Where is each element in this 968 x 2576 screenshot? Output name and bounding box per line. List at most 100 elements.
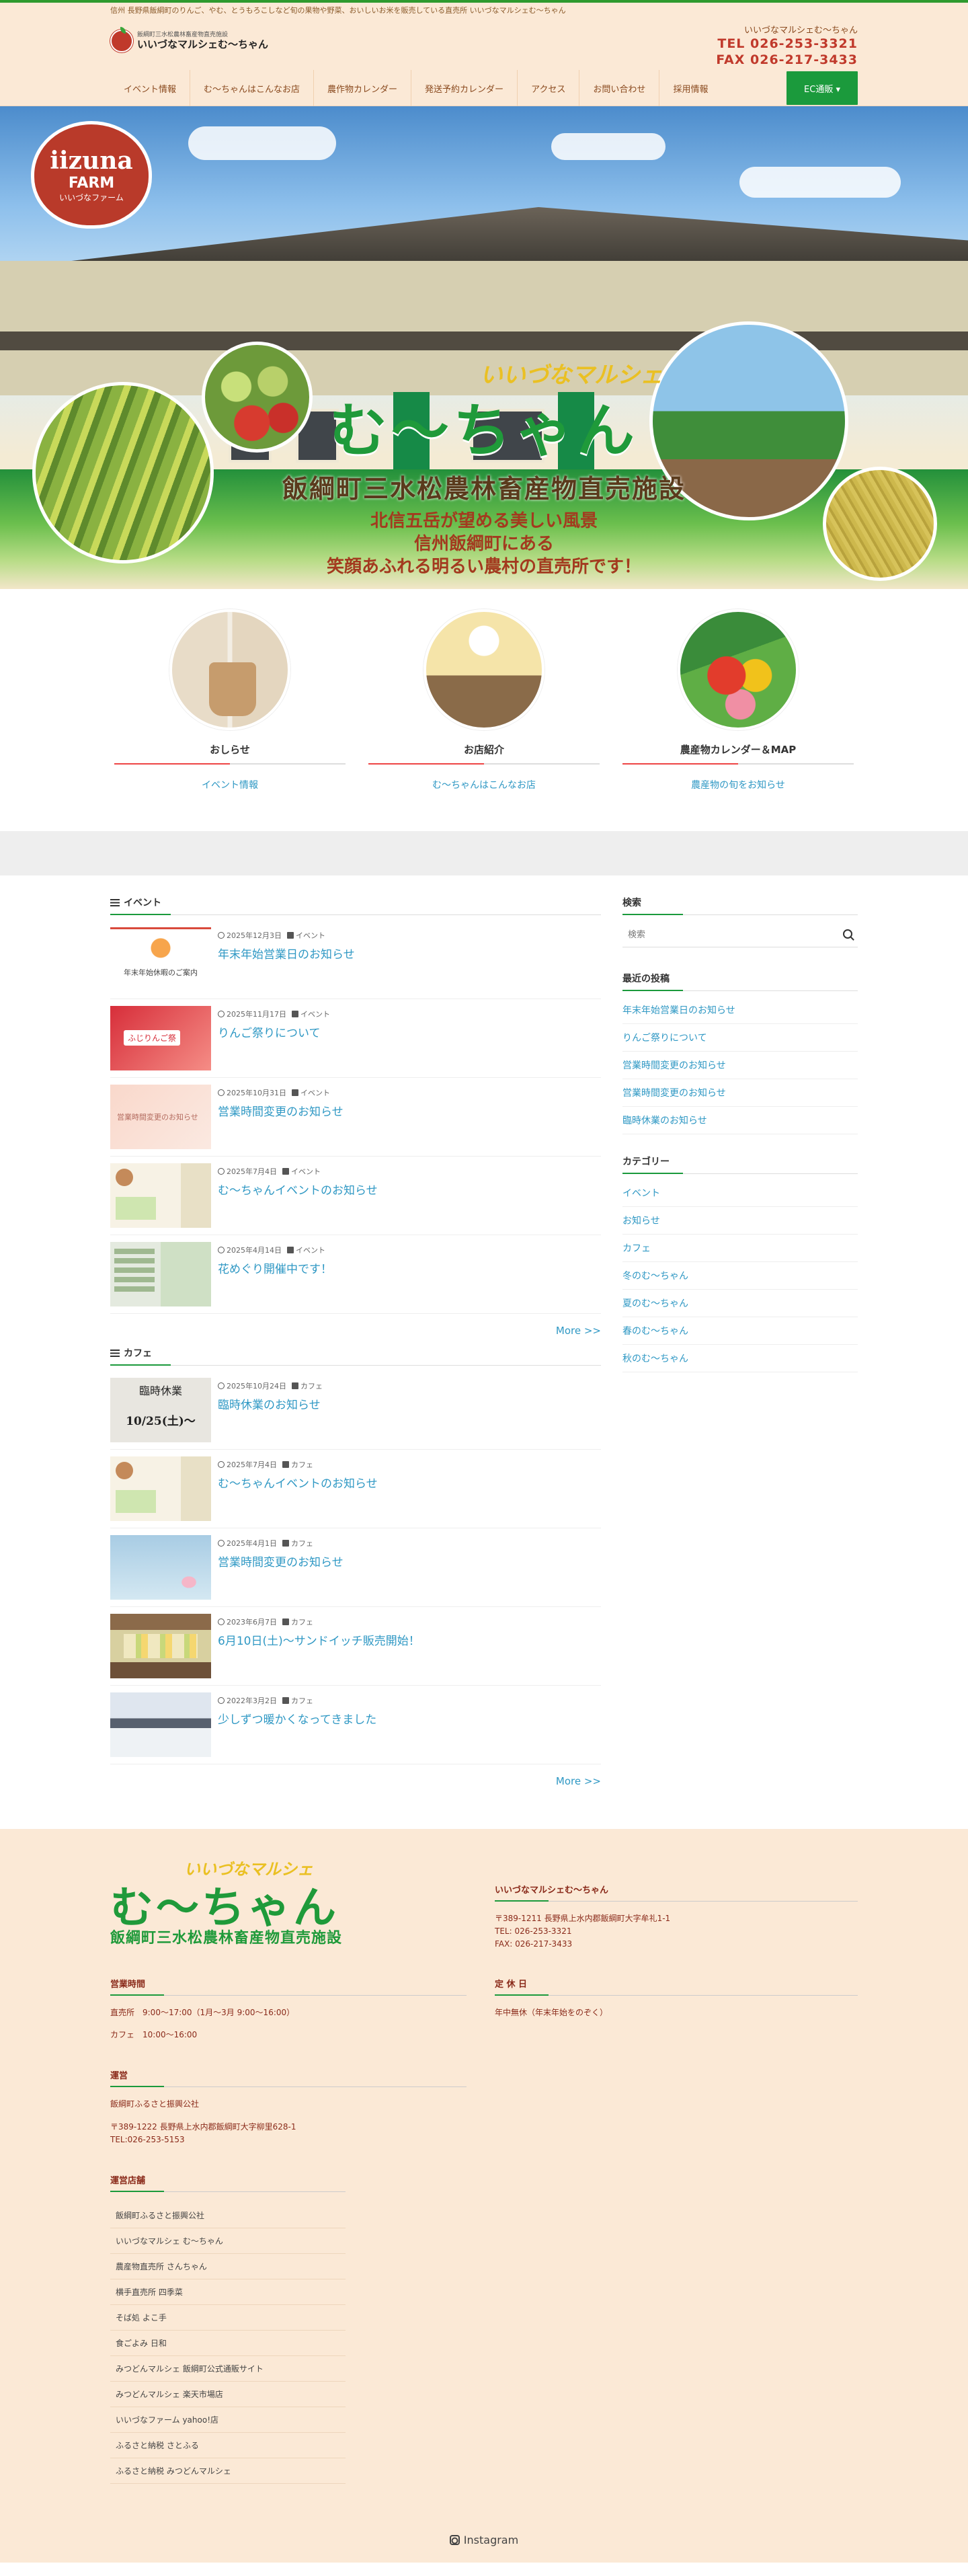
- post-thumbnail[interactable]: [110, 1456, 211, 1521]
- store-link[interactable]: 食ごよみ 日和: [110, 2331, 346, 2356]
- list-item[interactable]: 2025年7月4日 イベント む〜ちゃんイベントのお知らせ: [110, 1157, 601, 1235]
- main-content: イベント 年末年始休暇のご案内 2025年12月3日 イベント 年末年始営業日のお…: [0, 875, 968, 1829]
- post-title[interactable]: 営業時間変更のお知らせ: [218, 1105, 344, 1119]
- post-meta: 2025年7月4日 カフェ: [218, 1459, 378, 1470]
- shop-image[interactable]: [424, 609, 544, 730]
- ec-shop-dropdown-button[interactable]: EC通販 ▾: [787, 71, 858, 105]
- nav-about-shop[interactable]: む〜ちゃんはこんなお店: [190, 70, 313, 106]
- feature-divider: [114, 763, 346, 765]
- category-link[interactable]: 夏のむ〜ちゃん: [622, 1290, 858, 1317]
- post-thumbnail[interactable]: 年末年始休暇のご案内: [110, 927, 211, 992]
- logo-subtitle: 飯綱町三水松農林畜産物直売施設: [137, 31, 229, 38]
- post-thumbnail[interactable]: [110, 1242, 211, 1306]
- feature-title: おしらせ: [210, 744, 250, 756]
- site-logo[interactable]: 飯綱町三水松農林畜産物直売施設 いいづなマルシェむ〜ちゃん: [110, 27, 268, 52]
- nav-recruit[interactable]: 採用情報: [659, 70, 721, 106]
- clock-icon: [218, 1011, 225, 1017]
- nav-access[interactable]: アクセス: [517, 70, 579, 106]
- store-link[interactable]: みつどんマルシェ 楽天市場店: [110, 2382, 346, 2407]
- store-link[interactable]: いいづなファーム yahoo!店: [110, 2407, 346, 2433]
- nav-events[interactable]: イベント情報: [110, 70, 190, 106]
- list-item[interactable]: 2025年7月4日 カフェ む〜ちゃんイベントのお知らせ: [110, 1450, 601, 1528]
- recent-post-link[interactable]: 臨時休業のお知らせ: [622, 1107, 858, 1134]
- post-title[interactable]: 営業時間変更のお知らせ: [218, 1556, 344, 1569]
- category-link[interactable]: お知らせ: [622, 1207, 858, 1235]
- footer-logo[interactable]: いいづなマルシェ む〜ちゃん 飯綱町三水松農林畜産物直売施設: [110, 1856, 467, 1957]
- post-thumbnail[interactable]: 臨時休業 10/25(土)〜: [110, 1378, 211, 1442]
- feature-shop: お店紹介 む〜ちゃんはこんなお店: [364, 609, 604, 791]
- footer-hours-cafe: カフェ 10:00〜16:00: [110, 2030, 198, 2040]
- instagram-link[interactable]: Instagram: [0, 2534, 968, 2546]
- list-item[interactable]: 2025年4月1日 カフェ 営業時間変更のお知らせ: [110, 1528, 601, 1607]
- post-thumbnail[interactable]: [110, 1535, 211, 1600]
- feature-title: 農産物カレンダー＆MAP: [680, 744, 797, 756]
- cloud: [739, 167, 901, 198]
- list-item[interactable]: ふじりんご祭 2025年11月17日 イベント りんご祭りについて: [110, 999, 601, 1078]
- post-meta: 2025年4月1日 カフェ: [218, 1538, 344, 1549]
- clock-icon: [218, 1168, 225, 1175]
- post-title[interactable]: りんご祭りについて: [218, 1027, 321, 1040]
- list-item[interactable]: 2023年6月7日 カフェ 6月10日(土)〜サンドイッチ販売開始！: [110, 1607, 601, 1686]
- recent-post-link[interactable]: りんご祭りについて: [622, 1024, 858, 1052]
- category-link[interactable]: 春のむ〜ちゃん: [622, 1317, 858, 1345]
- events-more-link[interactable]: More >>: [556, 1325, 601, 1337]
- contact-tel[interactable]: TEL 026-253-3321: [716, 36, 858, 52]
- list-item[interactable]: 2022年3月2日 カフェ 少しずつ暖かくなってきました: [110, 1686, 601, 1764]
- nav-shipping-calendar[interactable]: 発送予約カレンダー: [411, 70, 517, 106]
- footer-holiday-heading: 定 休 日: [495, 1977, 858, 1996]
- category-link[interactable]: イベント: [622, 1179, 858, 1207]
- store-link[interactable]: ふるさと納税 さとふる: [110, 2433, 346, 2458]
- post-meta: 2025年10月24日 カフェ: [218, 1380, 323, 1391]
- footer-stores-heading: 運営店舗: [110, 2173, 346, 2192]
- recent-post-link[interactable]: 営業時間変更のお知らせ: [622, 1052, 858, 1079]
- store-link[interactable]: 飯綱町ふるさと振興公社: [110, 2203, 346, 2228]
- post-title[interactable]: 臨時休業のお知らせ: [218, 1399, 321, 1412]
- store-link[interactable]: みつどんマルシェ 飯綱町公式通販サイト: [110, 2356, 346, 2382]
- post-title[interactable]: 6月10日(土)〜サンドイッチ販売開始！: [218, 1635, 420, 1648]
- post-meta: 2025年7月4日 イベント: [218, 1166, 378, 1177]
- nav-contact[interactable]: お問い合わせ: [579, 70, 659, 106]
- footer-stores: 運営店舗 飯綱町ふるさと振興公社 いいづなマルシェ む〜ちゃん 農産物直売所 さ…: [110, 2173, 346, 2484]
- nav-crop-calendar[interactable]: 農作物カレンダー: [313, 70, 411, 106]
- recent-post-link[interactable]: 年末年始営業日のお知らせ: [622, 997, 858, 1024]
- category-link[interactable]: 秋のむ〜ちゃん: [622, 1345, 858, 1372]
- store-link[interactable]: 農産物直売所 さんちゃん: [110, 2254, 346, 2279]
- post-title[interactable]: む〜ちゃんイベントのお知らせ: [218, 1184, 378, 1198]
- list-item[interactable]: 臨時休業 10/25(土)〜 2025年10月24日 カフェ 臨時休業のお知らせ: [110, 1371, 601, 1450]
- post-thumbnail[interactable]: 営業時間変更のお知らせ: [110, 1085, 211, 1149]
- news-image[interactable]: [169, 609, 290, 730]
- store-link[interactable]: いいづなマルシェ む〜ちゃん: [110, 2228, 346, 2254]
- feature-link[interactable]: 農産物の旬をお知らせ: [691, 778, 785, 791]
- post-thumbnail[interactable]: [110, 1692, 211, 1757]
- category-link[interactable]: 冬のむ〜ちゃん: [622, 1262, 858, 1290]
- list-item[interactable]: 年末年始休暇のご案内 2025年12月3日 イベント 年末年始営業日のお知らせ: [110, 921, 601, 999]
- building-eave: [0, 331, 968, 350]
- post-meta: 2025年10月31日 イベント: [218, 1087, 344, 1098]
- post-title[interactable]: 花めぐり開催中です！: [218, 1263, 332, 1276]
- recent-post-link[interactable]: 営業時間変更のお知らせ: [622, 1079, 858, 1107]
- search-icon[interactable]: [843, 929, 852, 939]
- footer-hours-shop: 直売所 9:00〜17:00（1月〜3月 9:00〜16:00）: [110, 2008, 295, 2017]
- store-link[interactable]: 横手直売所 四季菜: [110, 2279, 346, 2305]
- vegetables-image[interactable]: [678, 609, 799, 730]
- post-thumbnail[interactable]: [110, 1614, 211, 1678]
- list-item[interactable]: 営業時間変更のお知らせ 2025年10月31日 イベント 営業時間変更のお知らせ: [110, 1078, 601, 1157]
- top-banner: 信州 長野県飯綱町のりんご、やむ、とうもろこしなど旬の果物や野菜、おいしいお米を…: [0, 0, 968, 22]
- post-title[interactable]: 年末年始営業日のお知らせ: [218, 948, 355, 962]
- cafe-more-link[interactable]: More >>: [556, 1775, 601, 1787]
- feature-link[interactable]: む〜ちゃんはこんなお店: [432, 778, 536, 791]
- feature-divider: [368, 763, 600, 765]
- category-link[interactable]: カフェ: [622, 1235, 858, 1262]
- post-thumbnail[interactable]: [110, 1163, 211, 1228]
- badge-line-1: iizuna: [50, 147, 133, 175]
- post-thumbnail[interactable]: ふじりんご祭: [110, 1006, 211, 1070]
- feature-links: おしらせ イベント情報 お店紹介 む〜ちゃんはこんなお店 農産物カレンダー＆MA…: [0, 589, 968, 831]
- store-link[interactable]: ふるさと納税 みつどんマルシェ: [110, 2458, 346, 2484]
- footer-operator-tel: TEL:026-253-5153: [110, 2134, 185, 2144]
- feature-link[interactable]: イベント情報: [202, 778, 258, 791]
- store-link[interactable]: そば処 よこ手: [110, 2305, 346, 2331]
- post-title[interactable]: 少しずつ暖かくなってきました: [218, 1713, 376, 1727]
- search-input[interactable]: 検索: [622, 921, 858, 947]
- list-item[interactable]: 2025年4月14日 イベント 花めぐり開催中です！: [110, 1235, 601, 1314]
- post-title[interactable]: む〜ちゃんイベントのお知らせ: [218, 1477, 378, 1491]
